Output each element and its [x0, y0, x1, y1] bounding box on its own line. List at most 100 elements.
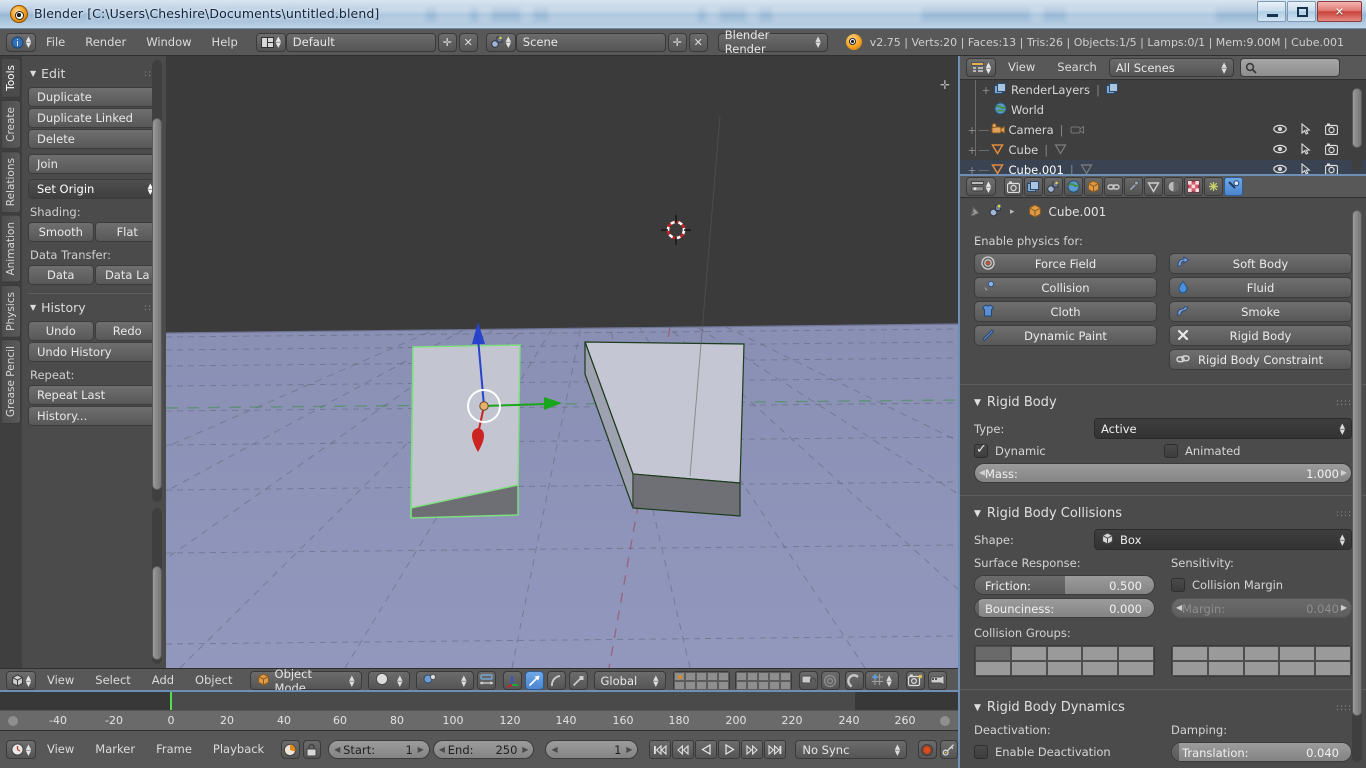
undo-history-button[interactable]: Undo History	[28, 342, 160, 362]
sidebar-item-relations[interactable]: Relations	[2, 150, 21, 213]
scene-tab-icon[interactable]	[1044, 177, 1063, 196]
soft-body-button[interactable]: Soft Body	[1169, 253, 1352, 274]
outliner-display-mode-dropdown[interactable]: All Scenes ▲ ▼	[1108, 58, 1234, 77]
decrement-arrow-icon[interactable]: ◀	[551, 745, 557, 754]
outliner-scrollbar[interactable]	[1352, 84, 1362, 172]
jump-to-end-button[interactable]	[764, 740, 787, 759]
collision-margin-checkbox[interactable]	[1171, 578, 1185, 592]
mode-dropdown[interactable]: Object Mode ▲ ▼	[249, 667, 362, 695]
section-header-rigid-body-dynamics[interactable]: ▼ Rigid Body Dynamics ::::	[974, 700, 1352, 715]
timeline-scroll-handle-right[interactable]	[940, 716, 950, 726]
mass-slider[interactable]: ◀ Mass: 1.000 ▶	[974, 463, 1352, 483]
scene-dropdown[interactable]: Scene	[515, 32, 666, 52]
scale-icon[interactable]	[568, 671, 588, 690]
increment-arrow-icon[interactable]: ▶	[522, 745, 528, 754]
dynamic-paint-button[interactable]: Dynamic Paint	[974, 325, 1157, 346]
force-field-button[interactable]: Force Field	[974, 253, 1157, 274]
sidebar-item-create[interactable]: Create	[2, 99, 21, 149]
render-opengl-icon[interactable]	[905, 671, 925, 690]
tool-shelf-scrollbar[interactable]	[152, 60, 162, 502]
sidebar-item-physics[interactable]: Physics	[2, 284, 21, 338]
collision-button[interactable]: Collision	[974, 277, 1157, 298]
properties-scrollbar-thumb[interactable]	[1352, 210, 1362, 716]
keying-set-icon[interactable]	[939, 740, 959, 759]
camera-render-icon[interactable]	[1324, 123, 1339, 138]
record-icon[interactable]	[918, 740, 937, 759]
pivot-point-dropdown[interactable]: ▲ ▼	[415, 671, 474, 690]
increment-arrow-icon[interactable]: ▶	[626, 745, 632, 754]
outliner-menu-search[interactable]: Search	[1047, 58, 1107, 77]
material-tab-icon[interactable]	[1164, 177, 1183, 196]
rotate-icon[interactable]	[546, 671, 566, 690]
margin-slider[interactable]: ◀ Margin: 0.040 ▶	[1171, 598, 1352, 618]
audio-sync-icon[interactable]	[281, 740, 300, 759]
close-button[interactable]: ✕	[1317, 1, 1362, 22]
constraints-tab-icon[interactable]	[1104, 177, 1123, 196]
timeline-menu-playback[interactable]: Playback	[203, 740, 274, 759]
friction-slider[interactable]: Friction: 0.500	[974, 575, 1155, 595]
scene-icon[interactable]: ▲ ▼	[485, 32, 516, 52]
outliner-row-cube[interactable]: ＋ — Cube |	[960, 140, 1366, 160]
tool-shelf-scrollbar-2[interactable]	[152, 508, 162, 664]
translate-icon[interactable]	[524, 671, 544, 690]
shade-smooth-button[interactable]: Smooth	[28, 222, 94, 242]
maximize-button[interactable]	[1287, 1, 1316, 22]
translation-damping-slider[interactable]: Translation: 0.040	[1171, 742, 1352, 762]
sidebar-item-grease-pencil[interactable]: Grease Pencil	[2, 339, 21, 425]
animated-checkbox[interactable]	[1164, 444, 1178, 458]
outliner-menu-view[interactable]: View	[998, 58, 1045, 77]
menu-window[interactable]: Window	[136, 33, 201, 52]
previous-keyframe-button[interactable]	[672, 740, 695, 759]
panel-header-history[interactable]: ▼ History ::::	[28, 298, 160, 321]
rigid-body-type-select[interactable]: Active ▲ ▼	[1094, 418, 1352, 439]
timeline-editor-type-button[interactable]: ▲ ▼	[6, 740, 36, 759]
outliner-row-world[interactable]: World	[960, 100, 1366, 120]
info-editor-type-button[interactable]: i ▲ ▼	[6, 32, 36, 52]
current-frame-field[interactable]: ◀ 1 ▶	[545, 740, 639, 759]
delete-button[interactable]: Delete	[28, 129, 160, 149]
join-button[interactable]: Join	[28, 154, 160, 174]
increment-arrow-icon[interactable]: ▶	[1341, 603, 1347, 612]
area-splitter-horizontal[interactable]	[0, 690, 958, 692]
redo-button[interactable]: Redo	[94, 321, 160, 341]
viewport-menu-select[interactable]: Select	[85, 671, 140, 690]
shade-flat-button[interactable]: Flat	[94, 222, 160, 242]
end-frame-field[interactable]: ◀ End: 250 ▶	[432, 740, 535, 759]
outliner-editor-type-button[interactable]: ▲ ▼	[966, 58, 996, 77]
timeline-menu-frame[interactable]: Frame	[146, 740, 202, 759]
increment-arrow-icon[interactable]: ▶	[1341, 468, 1347, 477]
properties-editor-type-button[interactable]: ▲ ▼	[966, 177, 996, 196]
render-layers-tab-icon[interactable]	[1024, 177, 1043, 196]
viewport-menu-add[interactable]: Add	[142, 671, 184, 690]
add-screen-layout-button[interactable]: ✛	[437, 32, 457, 52]
bounciness-slider[interactable]: Bounciness: 0.000	[974, 598, 1155, 618]
viewport-expand-arrow-icon[interactable]: ✛	[940, 78, 950, 92]
next-keyframe-button[interactable]	[741, 740, 764, 759]
sidebar-item-animation[interactable]: Animation	[2, 215, 21, 283]
timeline-menu-view[interactable]: View	[37, 740, 84, 759]
rigid-body-constraint-button[interactable]: Rigid Body Constraint	[1169, 349, 1352, 370]
viewport-menu-object[interactable]: Object	[185, 671, 242, 690]
add-scene-button[interactable]: ✛	[667, 32, 687, 52]
cursor-arrow-icon[interactable]	[1301, 142, 1311, 158]
particles-tab-icon[interactable]	[1204, 177, 1223, 196]
data-layout-transfer-button[interactable]: Data La	[94, 265, 160, 285]
snap-magnet-icon[interactable]	[844, 671, 864, 690]
smoke-button[interactable]: Smoke	[1169, 301, 1352, 322]
delete-scene-button[interactable]: ✕	[688, 32, 708, 52]
timeline-ruler[interactable]: -40 -20 0 20 40 60 80 100 120 140 160 18…	[0, 710, 958, 730]
play-reverse-button[interactable]	[695, 740, 718, 759]
render-opengl-anim-icon[interactable]	[927, 671, 947, 690]
area-splitter-vertical[interactable]	[958, 56, 960, 768]
duplicate-linked-button[interactable]: Duplicate Linked	[28, 108, 160, 128]
expand-icon[interactable]: ＋	[980, 84, 992, 97]
minimize-button[interactable]	[1257, 1, 1286, 22]
screen-layout-dropdown[interactable]: Default	[285, 32, 436, 52]
play-button[interactable]	[718, 740, 741, 759]
transform-orientation-dropdown[interactable]: Global ▲ ▼	[593, 671, 666, 690]
pivot-align-icon[interactable]	[476, 671, 496, 690]
undo-button[interactable]: Undo	[28, 321, 94, 341]
timeline-menu-marker[interactable]: Marker	[85, 740, 145, 759]
repeat-history-button[interactable]: History...	[28, 406, 160, 426]
menu-help[interactable]: Help	[202, 33, 248, 52]
